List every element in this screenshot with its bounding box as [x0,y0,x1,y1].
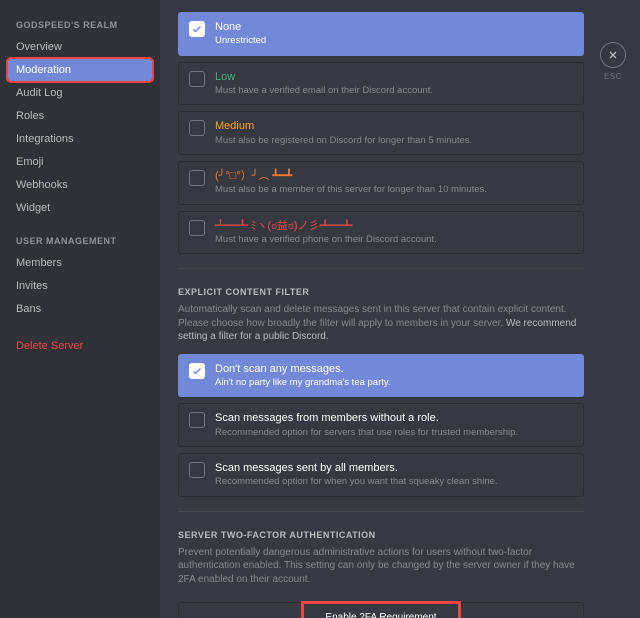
option-title: ┻━┻ ﾐヽ(ಠ益ಠ)ノ彡┻━┻ [215,219,573,233]
option-subtitle: Must also be registered on Discord for l… [215,135,573,147]
checkbox-icon [189,71,205,87]
option-title: Don't scan any messages. [215,362,573,376]
filter-option-0[interactable]: Don't scan any messages. Ain't no party … [178,354,584,398]
option-subtitle: Recommended option for when you want tha… [215,476,573,488]
option-title: Scan messages from members without a rol… [215,411,573,425]
divider [178,511,584,512]
checkbox-icon [189,21,205,37]
sidebar-item-webhooks[interactable]: Webhooks [8,174,152,196]
twofa-title: SERVER TWO-FACTOR AUTHENTICATION [178,530,584,540]
option-title: Medium [215,119,573,133]
verification-options: None Unrestricted Low Must have a verifi… [178,12,584,254]
verification-option-3[interactable]: (╯°□°）╯︵ ┻━┻ Must also be a member of th… [178,161,584,205]
option-title: Low [215,70,573,84]
filter-options: Don't scan any messages. Ain't no party … [178,354,584,497]
filter-title: EXPLICIT CONTENT FILTER [178,287,584,297]
option-subtitle: Recommended option for servers that use … [215,427,573,439]
option-subtitle: Must also be a member of this server for… [215,184,573,196]
sidebar-item-members[interactable]: Members [8,252,152,274]
sidebar-server-header: GODSPEED'S REALM [8,18,152,36]
sidebar-item-audit-log[interactable]: Audit Log [8,82,152,104]
sidebar-item-integrations[interactable]: Integrations [8,128,152,150]
option-title: Scan messages sent by all members. [215,461,573,475]
divider [178,268,584,269]
checkbox-icon [189,412,205,428]
filter-option-2[interactable]: Scan messages sent by all members. Recom… [178,453,584,497]
sidebar-item-emoji[interactable]: Emoji [8,151,152,173]
option-title: (╯°□°）╯︵ ┻━┻ [215,169,573,183]
option-subtitle: Must have a verified phone on their Disc… [215,234,573,246]
checkbox-icon [189,363,205,379]
checkbox-icon [189,462,205,478]
filter-option-1[interactable]: Scan messages from members without a rol… [178,403,584,447]
close-icon[interactable] [600,42,626,68]
sidebar-user-mgmt-header: USER MANAGEMENT [8,234,152,252]
option-subtitle: Ain't no party like my grandma's tea par… [215,377,573,389]
option-subtitle: Must have a verified email on their Disc… [215,85,573,97]
sidebar-item-overview[interactable]: Overview [8,36,152,58]
option-title: None [215,20,573,34]
sidebar-item-widget[interactable]: Widget [8,197,152,219]
filter-desc: Automatically scan and delete messages s… [178,303,584,344]
sidebar-item-invites[interactable]: Invites [8,275,152,297]
verification-option-0[interactable]: None Unrestricted [178,12,584,56]
verification-option-2[interactable]: Medium Must also be registered on Discor… [178,111,584,155]
sidebar-item-delete-server[interactable]: Delete Server [8,335,152,357]
verification-option-1[interactable]: Low Must have a verified email on their … [178,62,584,106]
main-panel: ESC None Unrestricted Low Must have a ve… [160,0,640,618]
checkbox-icon [189,170,205,186]
option-subtitle: Unrestricted [215,35,573,47]
twofa-desc: Prevent potentially dangerous administra… [178,546,584,587]
sidebar-item-bans[interactable]: Bans [8,298,152,320]
checkbox-icon [189,220,205,236]
verification-option-4[interactable]: ┻━┻ ﾐヽ(ಠ益ಠ)ノ彡┻━┻ Must have a verified ph… [178,211,584,255]
checkbox-icon [189,120,205,136]
sidebar-item-moderation[interactable]: Moderation [8,59,152,81]
settings-sidebar: GODSPEED'S REALM Overview Moderation Aud… [0,0,160,618]
close-button[interactable]: ESC [600,42,626,81]
close-label: ESC [600,72,626,81]
enable-2fa-button[interactable]: Enable 2FA Requirement [178,602,584,618]
sidebar-item-roles[interactable]: Roles [8,105,152,127]
